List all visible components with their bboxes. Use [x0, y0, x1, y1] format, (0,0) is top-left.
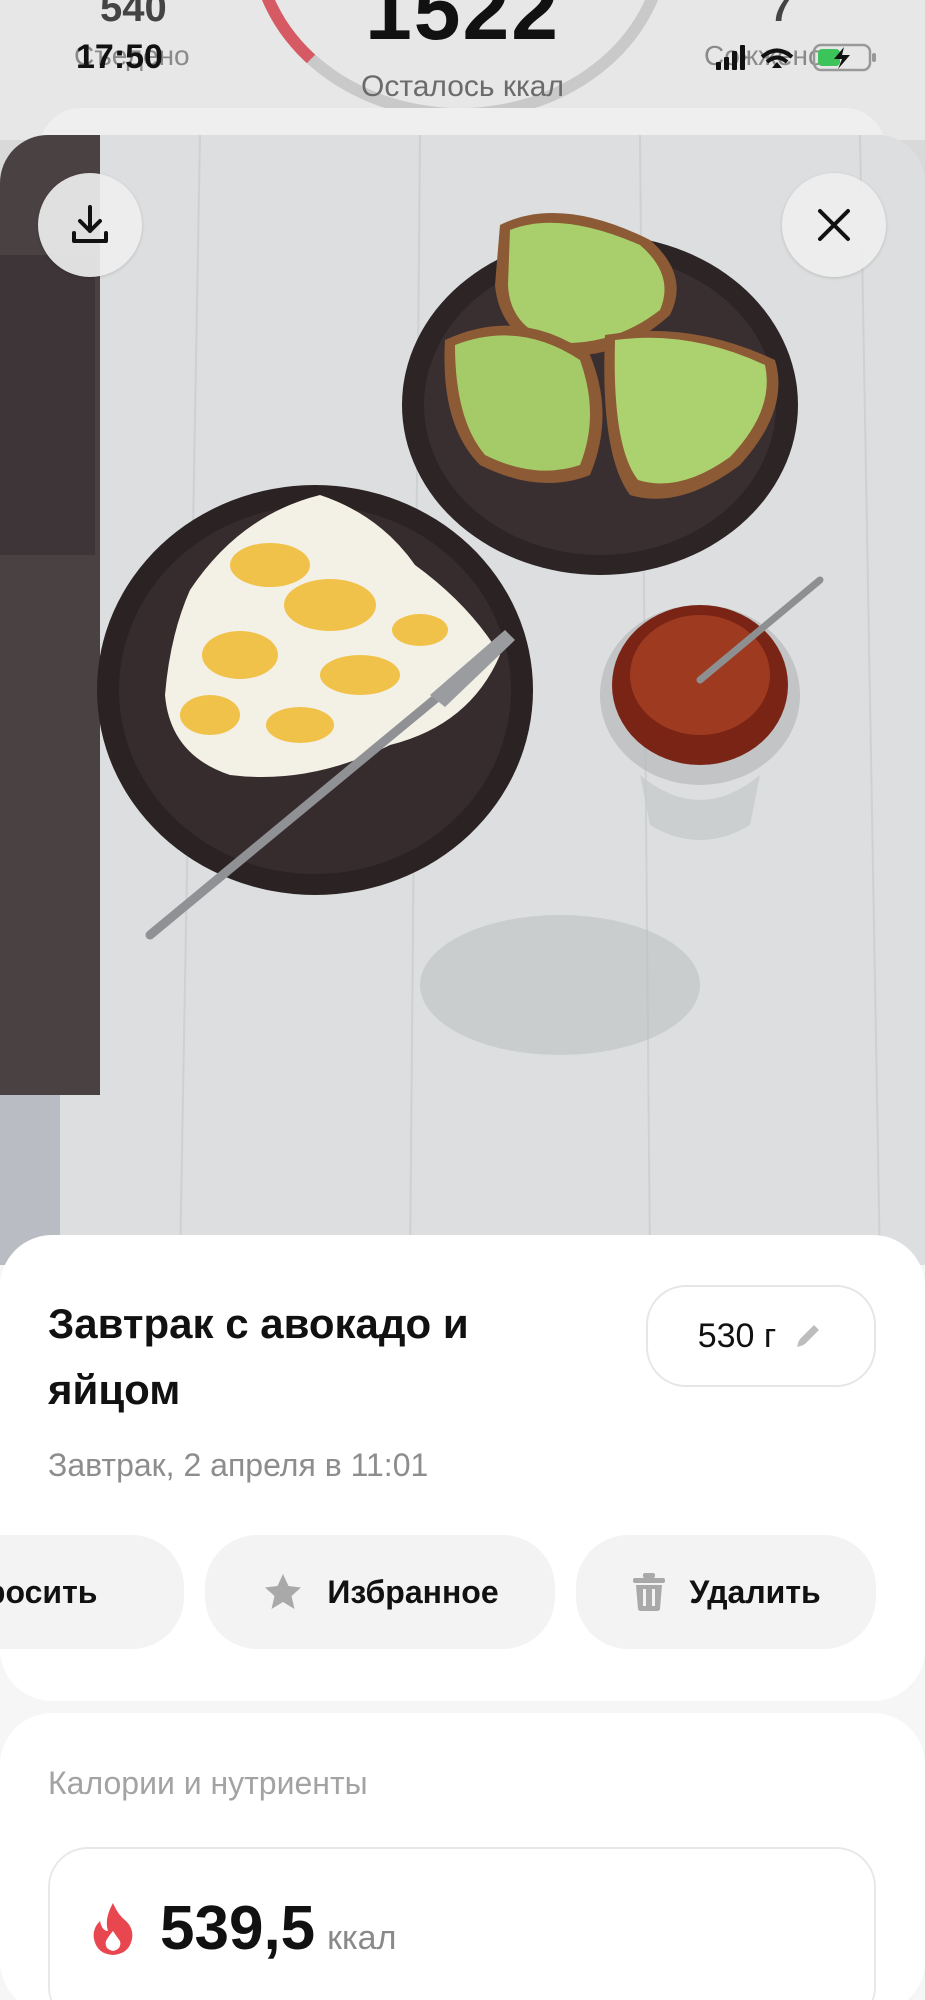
weight-edit-button[interactable]: 530 г [646, 1285, 876, 1387]
nutrients-card: Калории и нутриенты 539,5 ккал [0, 1713, 925, 2000]
delete-label: Удалить [689, 1573, 821, 1610]
calories-row: 539,5 ккал [160, 1893, 396, 1964]
status-time: 17:50 [76, 38, 163, 76]
ask-button[interactable]: просить [0, 1535, 184, 1649]
calories-unit: ккал [327, 1919, 397, 1957]
nutrients-section-title: Калории и нутриенты [48, 1765, 368, 1801]
calories-box: 539,5 ккал [48, 1847, 876, 2000]
calories-value: 539,5 [160, 1894, 316, 1963]
meal-time: Завтрак, 2 апреля в 11:01 [48, 1447, 429, 1483]
meal-info-card: Завтрак с авокадо и яйцом 530 г Завтрак,… [0, 1235, 925, 1701]
status-icons [714, 42, 884, 72]
favorite-label: Избранное [327, 1573, 499, 1610]
pencil-icon [797, 1325, 820, 1347]
meal-detail-sheet: Завтрак с авокадо и яйцом 530 г Завтрак,… [0, 135, 925, 2000]
burned-value: 7 [770, 0, 793, 30]
meal-photo [0, 135, 925, 1265]
meal-title: Завтрак с авокадо и яйцом [48, 1300, 469, 1413]
ask-label: просить [0, 1573, 98, 1610]
signal-wifi-battery-icon [716, 43, 876, 72]
close-button[interactable] [782, 173, 886, 277]
delete-button[interactable]: Удалить [576, 1535, 876, 1649]
close-icon [818, 209, 850, 241]
trash-icon [633, 1573, 666, 1611]
download-icon [72, 205, 108, 243]
favorite-button[interactable]: Избранное [205, 1535, 555, 1649]
meal-weight: 530 г [697, 1316, 777, 1355]
download-button[interactable] [38, 173, 142, 277]
flame-icon [93, 1903, 133, 1955]
star-icon [265, 1574, 302, 1609]
meal-photo-image [0, 135, 925, 1265]
